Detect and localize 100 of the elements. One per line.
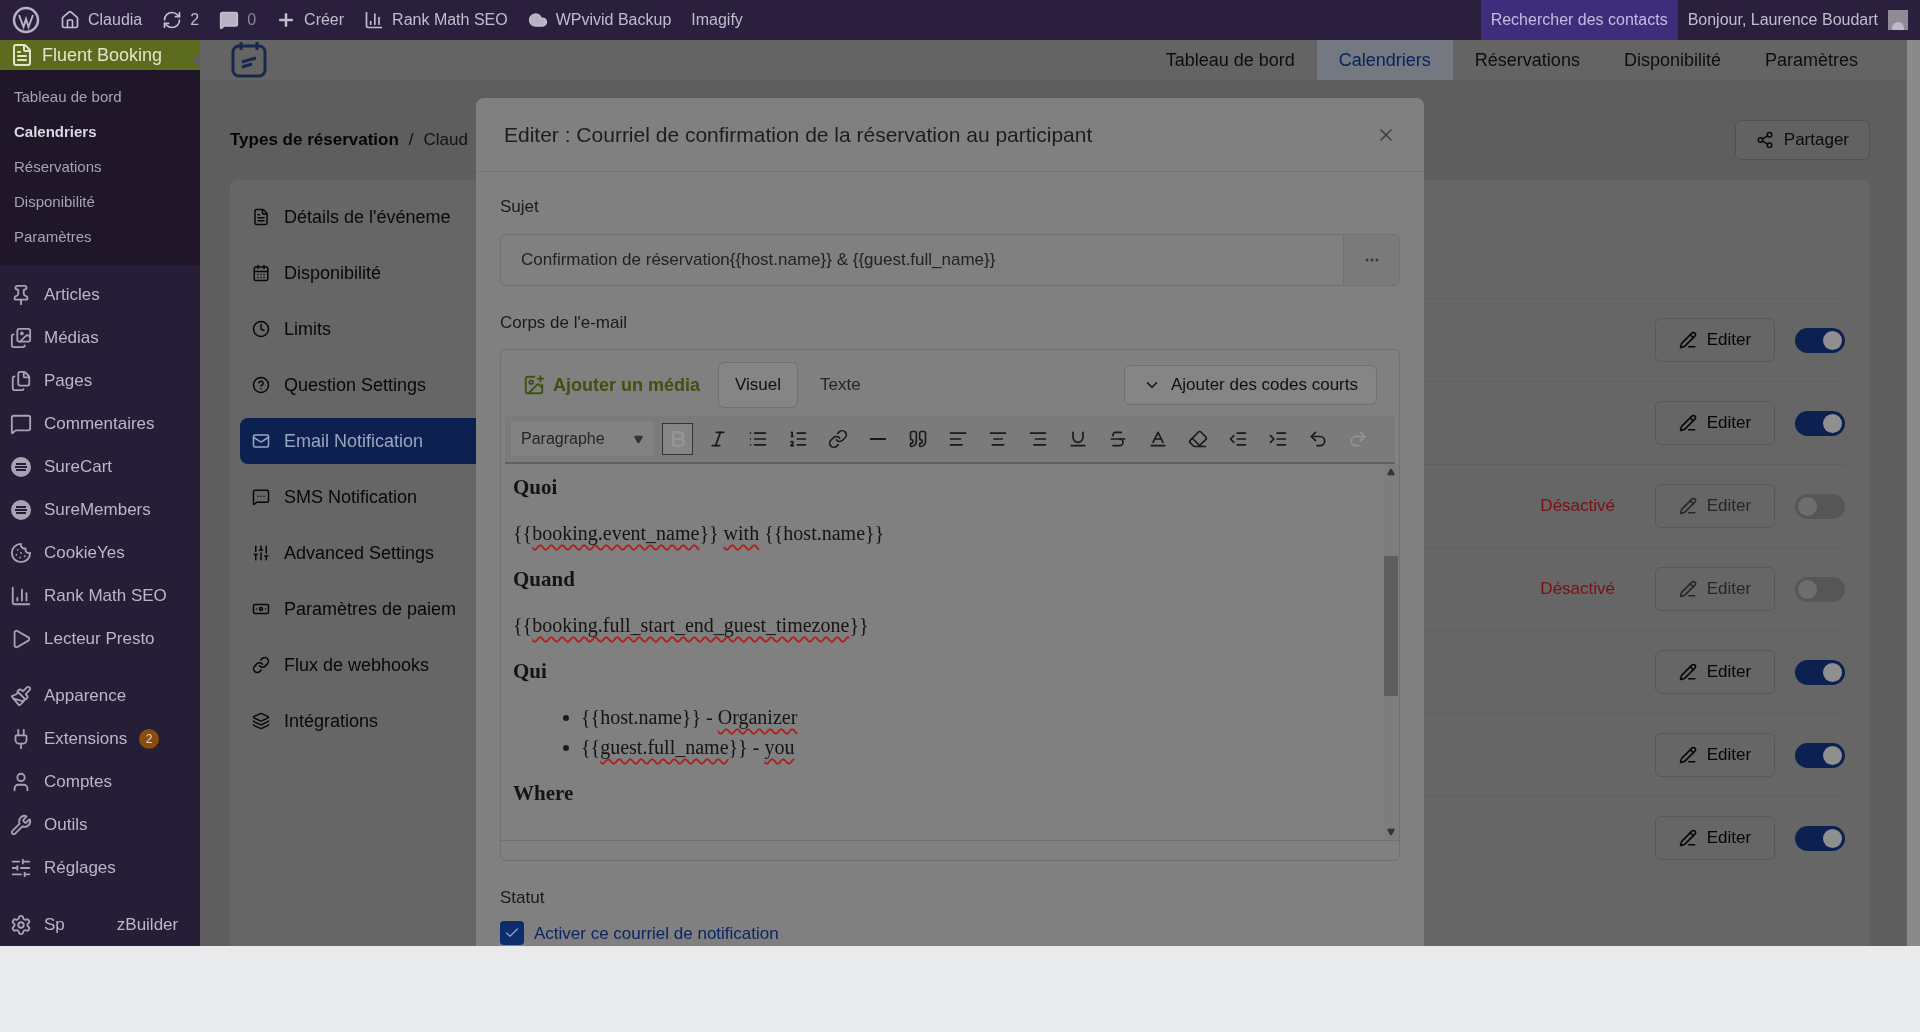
bar-chart-icon [364,10,385,30]
scroll-up-icon[interactable] [1387,468,1395,476]
calendar-icon [252,264,270,282]
sidebar-menu-item[interactable]: Extensions 2 [0,717,200,760]
editor-tab[interactable]: Visuel [718,362,798,408]
edit-button[interactable]: Editer [1655,816,1775,860]
search-contacts-link[interactable]: Rechercher des contacts [1480,0,1678,40]
edit-button[interactable]: Editer [1655,484,1775,528]
nav-tab[interactable]: Calendriers [1316,40,1453,80]
align-right-icon [1027,429,1048,449]
align-center-icon [987,429,1008,449]
toggle-switch[interactable] [1795,576,1845,602]
more-icon[interactable] [1364,257,1379,262]
pages-icon [10,369,32,392]
sliders-icon [252,544,270,562]
striped-circle-icon [10,498,32,521]
checkbox-label: Activer ce courriel de notification [534,922,779,945]
edit-button[interactable]: Editer [1655,733,1775,777]
admin-bar-link[interactable]: Imagify [691,8,743,32]
submenu-item[interactable]: Disponibilité [0,185,200,220]
sidebar-menu-item[interactable]: Réglages [0,846,200,889]
clock-icon [252,320,270,338]
share-button[interactable]: Partager [1734,120,1870,160]
editor-tab[interactable]: Texte [804,362,877,408]
edit-button[interactable]: Editer [1655,567,1775,611]
checkbox[interactable] [500,921,524,946]
question-icon [252,376,270,394]
page-scrollbar[interactable] [1907,40,1920,946]
comments-link[interactable]: 0 [219,8,257,32]
wrench-icon [10,813,32,836]
content-paragraph: {{booking.full_start_end_guest_timezone}} [513,613,870,638]
submenu-item[interactable]: Calendriers [0,115,200,150]
indent-icon [1267,429,1288,449]
subject-field[interactable]: Confirmation de réservation{{host.name}} & {{guest.full_name}} [500,233,1400,286]
horizontal-line-icon [869,438,886,440]
submenu-item[interactable]: Tableau de bord [0,80,200,115]
sidebar-menu-item[interactable]: Rank Math SEO [0,574,200,617]
format-select[interactable]: Paragraphe [511,422,653,456]
admin-bar-link[interactable]: Rank Math SEO [364,8,508,32]
link-icon [252,656,270,674]
shortcodes-button[interactable]: Ajouter des codes courts [1123,365,1377,405]
home-icon [60,10,80,30]
sidebar-menu-item[interactable]: Outils [0,803,200,846]
toggle-switch[interactable] [1795,493,1845,519]
sidebar-menu-item[interactable]: Comptes [0,760,200,803]
toggle-switch[interactable] [1795,742,1845,768]
wordpress-logo-icon[interactable] [12,6,40,34]
comment-icon [10,412,32,435]
sidebar-menu-item[interactable]: Apparence [0,674,200,717]
content-paragraph: {{booking.event_name}} with {{host.name}} [513,521,886,546]
message-icon [252,488,270,506]
submenu-item[interactable]: Réservations [0,150,200,185]
content-heading: Quand [513,566,576,592]
scroll-down-icon[interactable] [1387,828,1395,836]
edit-button[interactable]: Editer [1655,650,1775,694]
greeting-link[interactable]: Bonjour, Laurence Boudart [1677,0,1888,40]
share-icon [1755,131,1774,149]
align-left-icon [947,429,968,449]
sliders-icon [10,856,32,879]
toggle-switch[interactable] [1795,659,1845,685]
sidebar-menu-item[interactable]: CookieYes [0,531,200,574]
nav-tab[interactable]: Disponibilité [1601,40,1743,80]
cookie-icon [10,541,32,564]
submenu-item[interactable]: Paramètres [0,220,200,255]
document-icon [252,208,270,226]
sidebar-menu-item[interactable]: SureCart [0,445,200,488]
content-list-item: {{host.name}} - Organizer [581,705,798,730]
toggle-switch[interactable] [1795,825,1845,851]
pencil-icon [1678,331,1697,349]
breadcrumb-current: Claud [423,129,468,152]
edit-button[interactable]: Editer [1655,318,1775,362]
toggle-switch[interactable] [1795,327,1845,353]
gear-icon [10,913,32,936]
sidebar-menu-item[interactable]: Médias [0,316,200,359]
site-link[interactable]: Claudia [60,8,143,32]
content-heading: Where [513,780,575,806]
sidebar-menu-item[interactable]: Lecteur Presto [0,617,200,660]
nav-tab[interactable]: Paramètres [1742,40,1880,80]
admin-bar-link[interactable]: WPvivid Backup [527,8,672,32]
plugin-menu-item[interactable]: Fluent Booking [0,40,200,70]
settings-menu-item[interactable]: Question Settings [240,362,520,408]
sidebar-menu-item[interactable]: Commentaires [0,402,200,445]
breadcrumb-separator: / [408,129,414,152]
toggle-switch[interactable] [1795,410,1845,436]
sidebar-menu-item[interactable]: Articles [0,273,200,316]
edit-button[interactable]: Editer [1655,401,1775,445]
sidebar-menu-item[interactable]: Pages [0,359,200,402]
sidebar-menu-item[interactable]: SureMembers [0,488,200,531]
layers-icon [252,712,270,730]
bar-chart-icon [10,584,32,607]
breadcrumb-link[interactable]: Types de réservation [230,127,399,153]
create-link[interactable]: Créer [276,8,345,32]
sidebar-menu-item[interactable]: Sp zBuilder [0,903,200,946]
calendar-logo-icon [230,40,270,80]
count-badge: 2 [139,728,160,749]
nav-tab[interactable]: Réservations [1452,40,1602,80]
updates-link[interactable]: 2 [162,8,200,32]
quote-icon [907,429,928,449]
nav-tab[interactable]: Tableau de bord [1143,40,1317,80]
images-icon [10,326,32,349]
